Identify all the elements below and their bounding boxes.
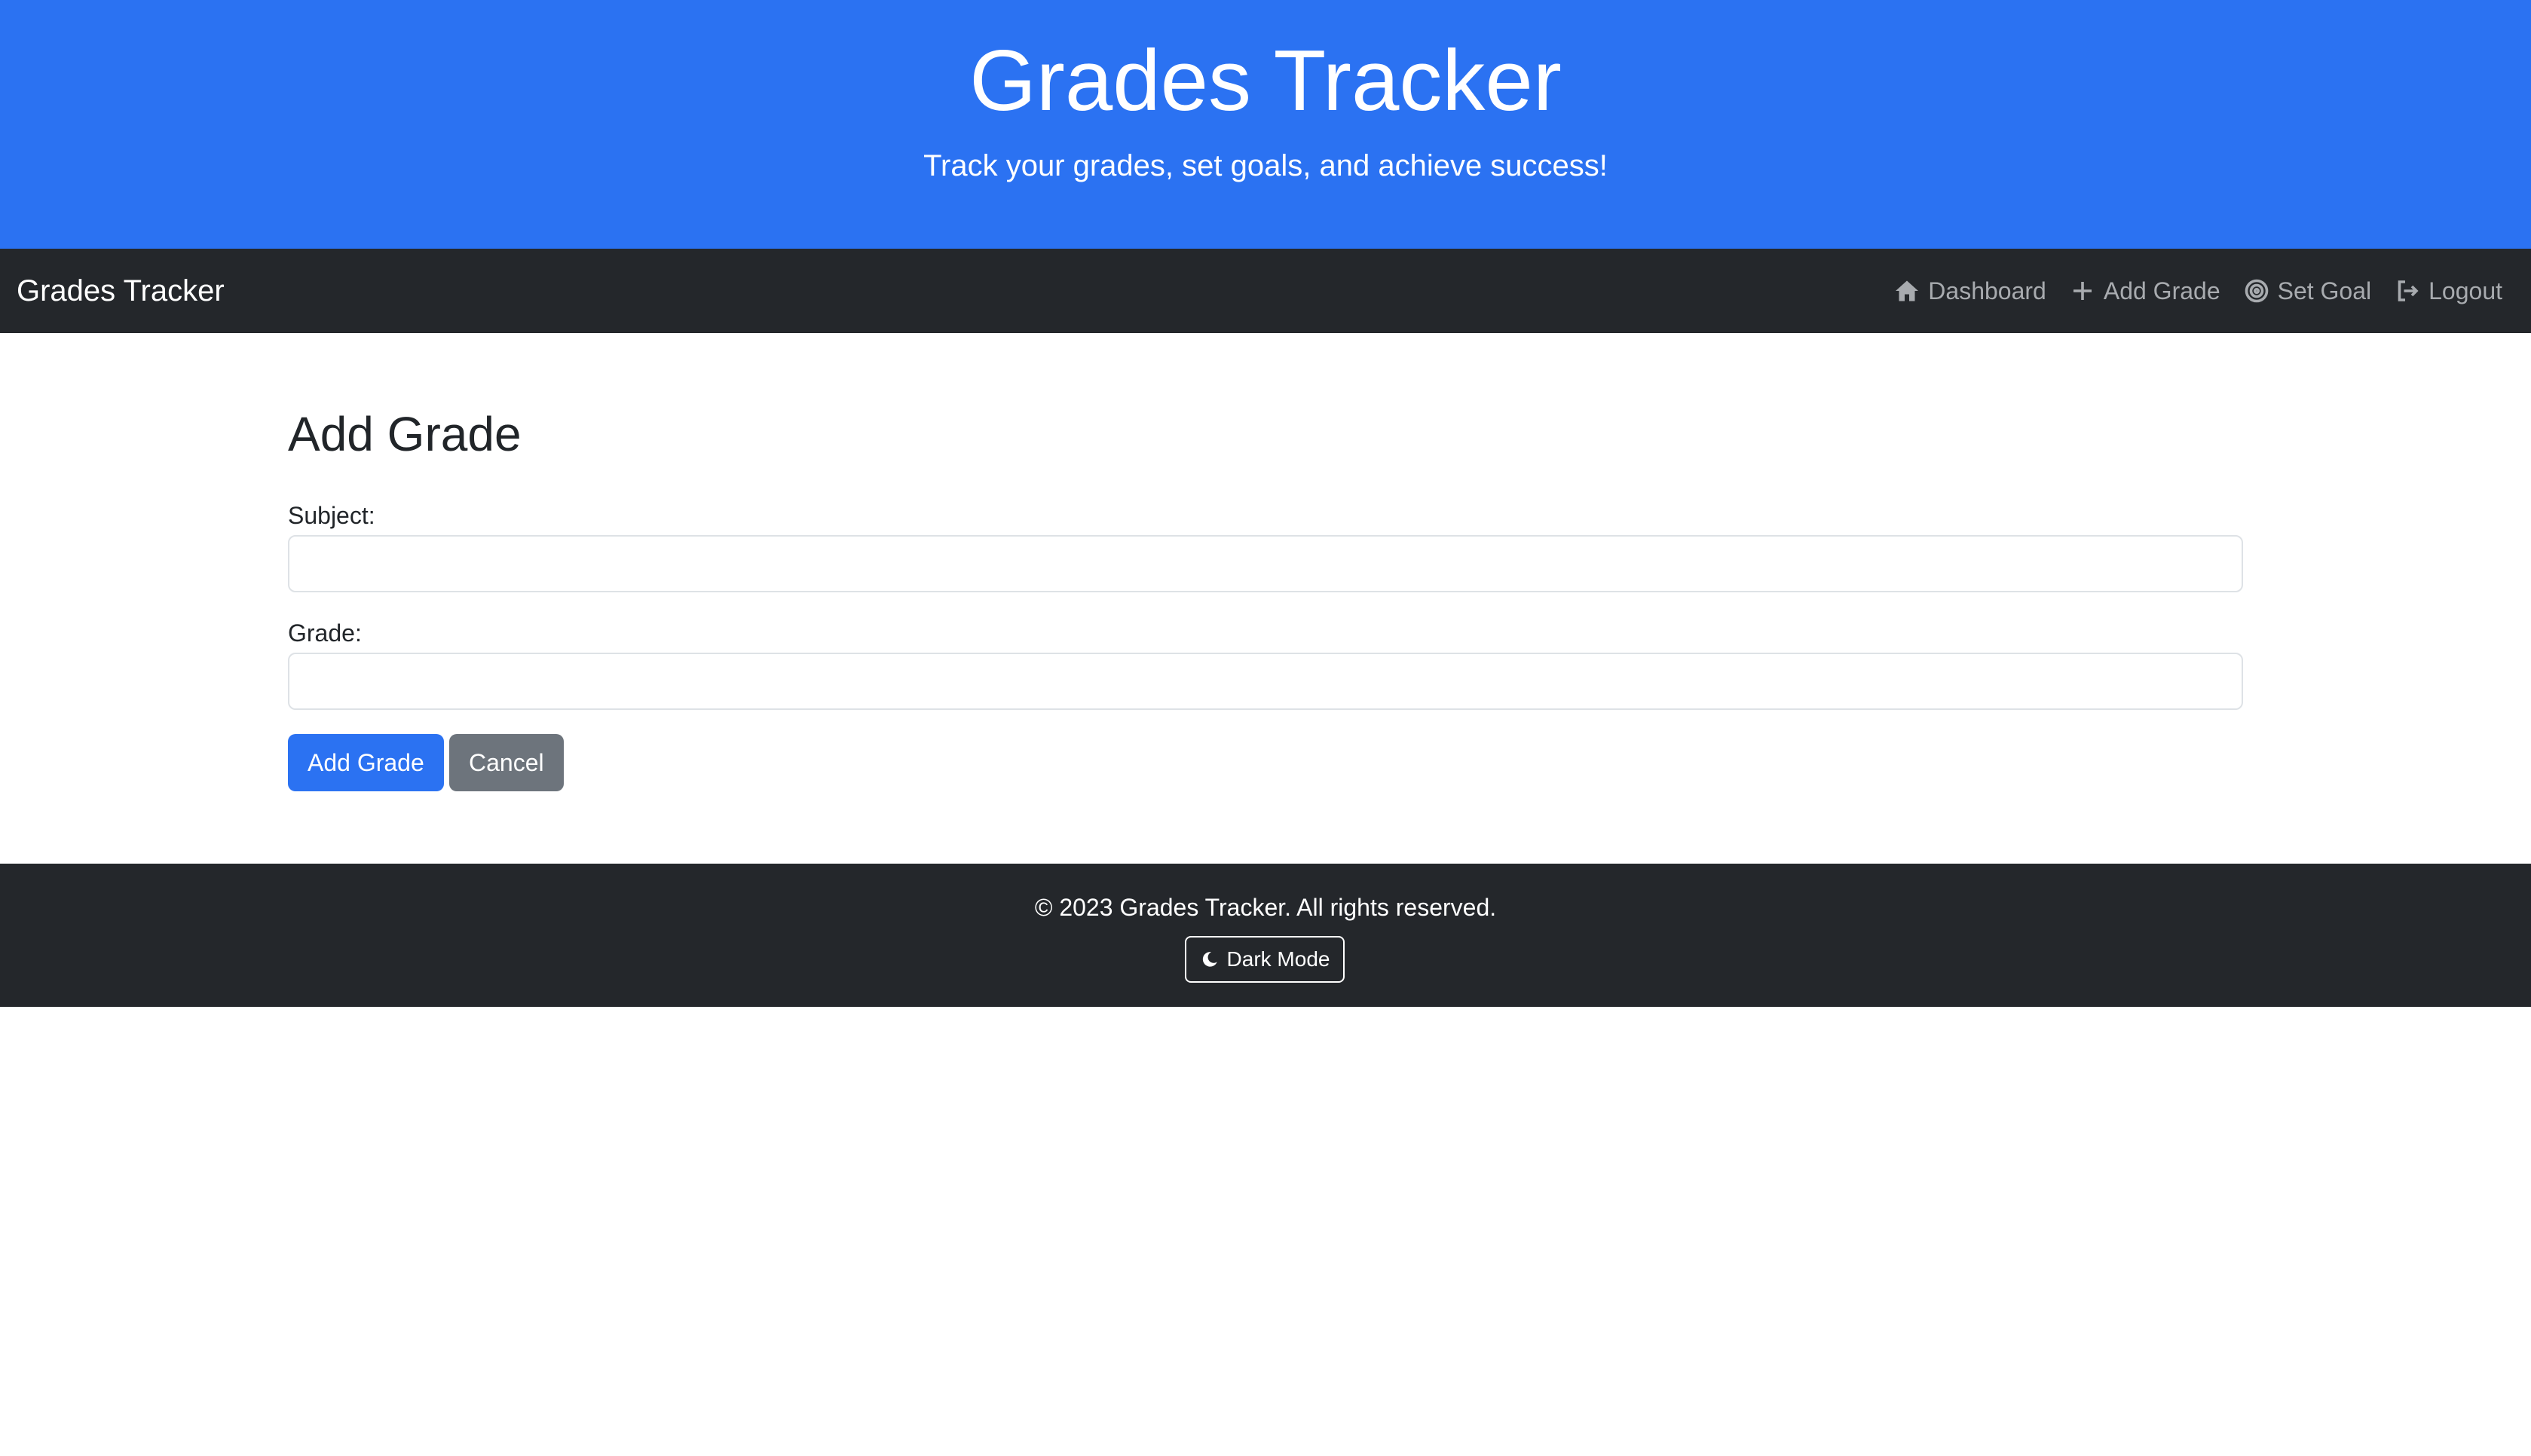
add-grade-button[interactable]: Add Grade	[288, 734, 444, 791]
nav-link-label: Add Grade	[2103, 277, 2220, 304]
nav-link-label: Set Goal	[2277, 277, 2372, 304]
dark-mode-button[interactable]: Dark Mode	[1185, 936, 1345, 983]
cancel-button[interactable]: Cancel	[449, 734, 564, 791]
copyright-text: © 2023 Grades Tracker. All rights reserv…	[1034, 894, 1497, 921]
hero-subtitle: Track your grades, set goals, and achiev…	[923, 149, 1608, 182]
subject-label: Subject:	[288, 502, 375, 529]
logout-icon	[2398, 280, 2419, 301]
navbar: Grades Tracker Dashboard Add Grade Set G…	[0, 249, 2531, 333]
nav-link-dashboard[interactable]: Dashboard	[1893, 277, 2046, 305]
nav-link-label: Logout	[2428, 277, 2502, 304]
home-icon	[1896, 280, 1919, 301]
dark-mode-label: Dark Mode	[1226, 947, 1330, 971]
page-title: Add Grade	[288, 407, 522, 461]
hero-title: Grades Tracker	[969, 33, 1562, 129]
grade-input[interactable]	[288, 653, 2243, 710]
nav-link-add-grade[interactable]: Add Grade	[2069, 277, 2220, 305]
navbar-brand[interactable]: Grades Tracker	[17, 249, 225, 333]
hero-header: Grades Tracker Track your grades, set go…	[0, 0, 2531, 249]
plus-icon	[2073, 282, 2092, 300]
subject-input[interactable]	[288, 535, 2243, 592]
nav-link-logout[interactable]: Logout	[2394, 277, 2502, 305]
grade-label: Grade:	[288, 619, 362, 647]
nav-link-label: Dashboard	[1928, 277, 2046, 304]
moon-icon	[1202, 952, 1217, 967]
footer: © 2023 Grades Tracker. All rights reserv…	[0, 864, 2531, 1007]
nav-link-set-goal[interactable]: Set Goal	[2243, 277, 2372, 305]
nav-links: Dashboard Add Grade Set Goal Logout	[1893, 249, 2502, 333]
target-icon	[2245, 279, 2268, 303]
